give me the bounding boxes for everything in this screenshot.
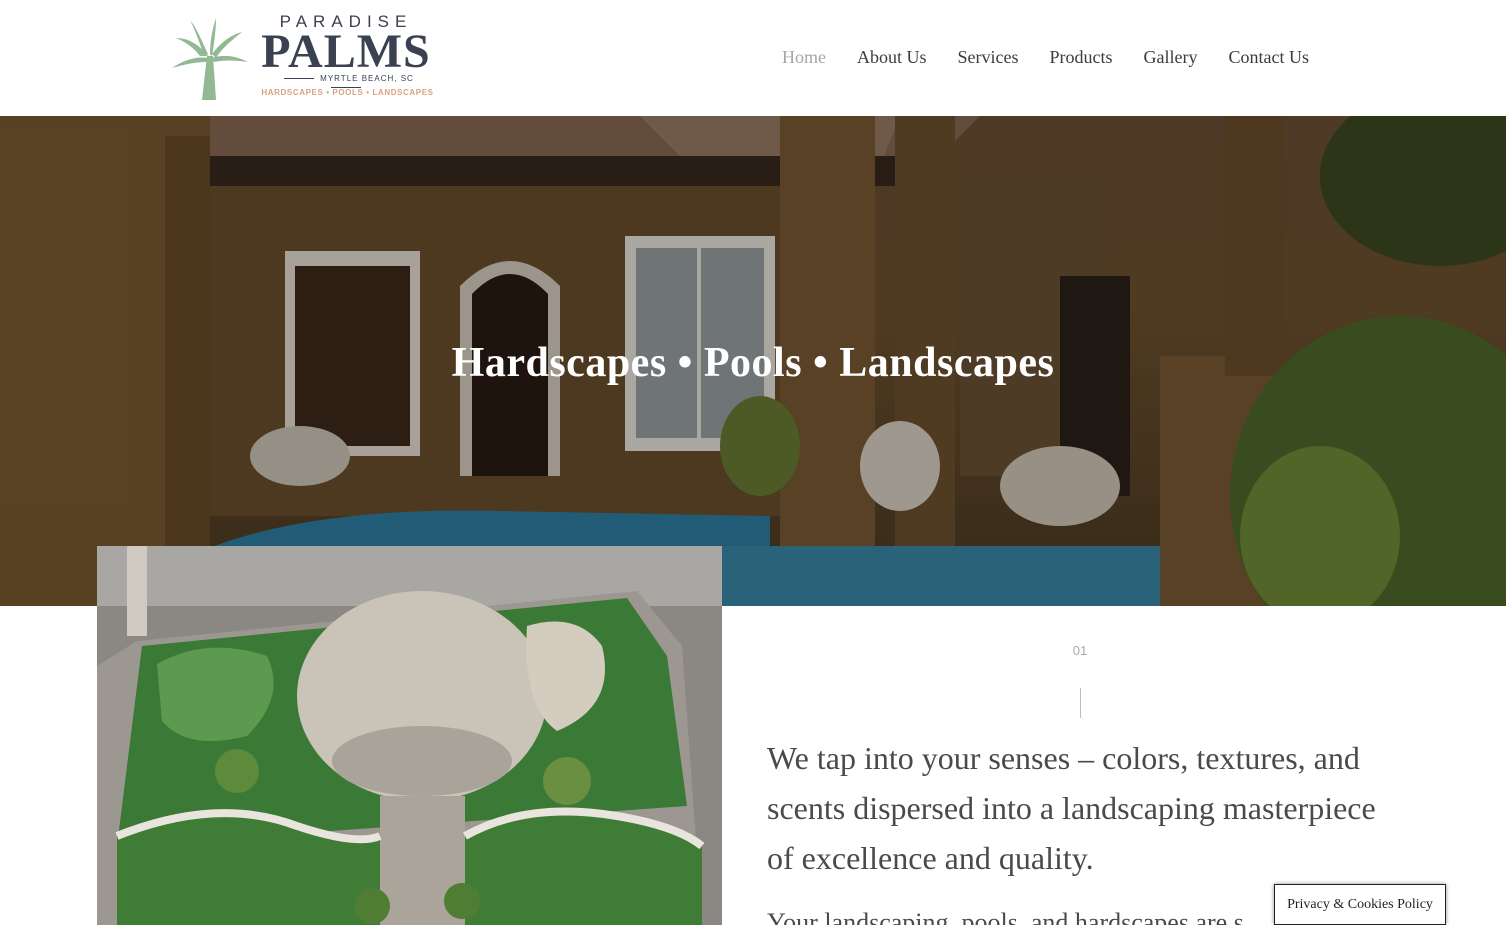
privacy-cookies-button[interactable]: Privacy & Cookies Policy [1274, 884, 1446, 925]
nav-gallery[interactable]: Gallery [1144, 46, 1198, 68]
site-header: PARADISE PALMS MYRTLE BEACH, SC HARDSCAP… [0, 0, 1506, 116]
lead-paragraph: We tap into your senses – colors, textur… [767, 740, 1376, 876]
nav-contact-us[interactable]: Contact Us [1229, 46, 1310, 68]
nav-services[interactable]: Services [958, 46, 1019, 68]
section-counter: 01 [1072, 643, 1088, 658]
nav-home[interactable]: Home [782, 46, 826, 68]
hero-banner: Hardscapes • Pools • Landscapes [0, 116, 1506, 606]
aerial-yard-illustration [97, 546, 722, 925]
logo-tagline-text: HARDSCAPES • POOLS • LANDSCAPES [261, 88, 434, 97]
hero-title: Hardscapes • Pools • Landscapes [451, 340, 1055, 386]
main-nav: Home About Us Services Products Gallery … [751, 46, 1309, 68]
nav-about-us[interactable]: About Us [857, 46, 927, 68]
site-logo[interactable]: PARADISE PALMS MYRTLE BEACH, SC HARDSCAP… [170, 12, 440, 102]
vertical-divider [1080, 688, 1081, 718]
palm-tree-icon [172, 18, 248, 100]
aerial-yard-image [97, 546, 722, 925]
logo-palms-text: PALMS [261, 25, 431, 78]
nav-products[interactable]: Products [1050, 46, 1113, 68]
